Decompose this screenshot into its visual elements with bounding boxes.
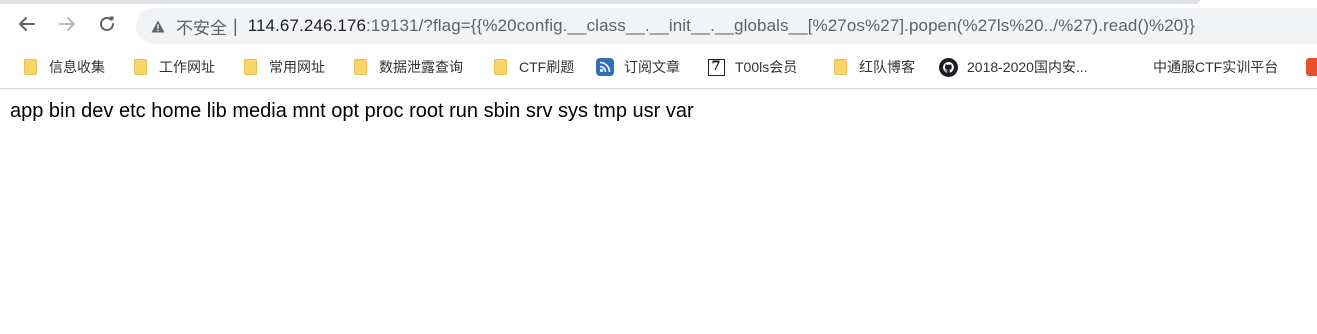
forward-button[interactable] bbox=[50, 9, 84, 43]
reload-icon bbox=[98, 15, 116, 38]
address-bar[interactable]: 不安全 | 114.67.246.176:19131/?flag={{%20co… bbox=[136, 8, 1317, 44]
bookmark-folder-ctf-practice[interactable]: CTF刷题 bbox=[490, 55, 574, 79]
security-separator: | bbox=[233, 15, 238, 36]
browser-toolbar: 不安全 | 114.67.246.176:19131/?flag={{%20co… bbox=[0, 5, 1317, 47]
bookmark-github-2018-2020[interactable]: 2018-2020国内安... bbox=[938, 55, 1088, 79]
folder-icon bbox=[20, 57, 40, 77]
bookmark-label: CTF刷题 bbox=[519, 59, 575, 75]
orange-site-icon bbox=[1304, 57, 1317, 77]
folder-icon bbox=[240, 57, 260, 77]
url-text[interactable]: 114.67.246.176:19131/?flag={{%20config._… bbox=[248, 16, 1195, 36]
github-icon bbox=[938, 57, 958, 77]
bookmark-orange-site[interactable] bbox=[1304, 55, 1317, 79]
back-button[interactable] bbox=[10, 9, 44, 43]
arrow-left-icon bbox=[18, 15, 36, 38]
folder-icon bbox=[350, 57, 370, 77]
arrow-right-icon bbox=[58, 15, 76, 38]
bookmark-label: 2018-2020国内安... bbox=[967, 59, 1088, 75]
folder-icon bbox=[490, 57, 510, 77]
bookmark-folder-data-leak-lookup[interactable]: 数据泄露查询 bbox=[350, 55, 463, 79]
bookmark-label: 订阅文章 bbox=[624, 59, 680, 75]
bookmark-label: 常用网址 bbox=[269, 59, 325, 75]
page-output-text: app bin dev etc home lib media mnt opt p… bbox=[10, 100, 694, 122]
security-label[interactable]: 不安全 bbox=[176, 14, 227, 39]
bookmarks-bar: 信息收集 工作网址 常用网址 数据泄露查询 CTF刷题 订阅文章 7 T00ls… bbox=[0, 47, 1317, 89]
bookmark-label: 红队博客 bbox=[859, 59, 915, 75]
bookmark-folder-common-sites[interactable]: 常用网址 bbox=[240, 55, 325, 79]
folder-icon bbox=[130, 57, 150, 77]
bookmark-label: 数据泄露查询 bbox=[379, 59, 463, 75]
bookmark-label: T00ls会员 bbox=[735, 59, 798, 75]
url-host: 114.67.246.176 bbox=[247, 16, 366, 35]
active-tab-edge bbox=[0, 0, 1200, 4]
bookmark-label: 工作网址 bbox=[159, 59, 215, 75]
rss-icon bbox=[595, 57, 615, 77]
reload-button[interactable] bbox=[90, 9, 124, 43]
bookmark-ctf-training-platform[interactable]: 中通服CTF实训平台 bbox=[1153, 55, 1278, 79]
bookmark-label: 中通服CTF实训平台 bbox=[1153, 59, 1279, 75]
url-path-query: :19131/?flag={{%20config.__class__.__ini… bbox=[366, 16, 1195, 35]
bookmark-folder-work-sites[interactable]: 工作网址 bbox=[130, 55, 215, 79]
bookmark-subscribed-articles[interactable]: 订阅文章 bbox=[595, 55, 680, 79]
warning-triangle-icon[interactable] bbox=[150, 18, 166, 34]
folder-icon bbox=[830, 57, 850, 77]
bookmark-folder-red-team-blog[interactable]: 红队博客 bbox=[830, 55, 915, 79]
bookmark-folder-info-gathering[interactable]: 信息收集 bbox=[20, 55, 105, 79]
bookmark-t00ls-member[interactable]: 7 T00ls会员 bbox=[706, 55, 797, 79]
t00ls-seven-icon: 7 bbox=[706, 57, 726, 77]
bookmark-label: 信息收集 bbox=[49, 59, 105, 75]
